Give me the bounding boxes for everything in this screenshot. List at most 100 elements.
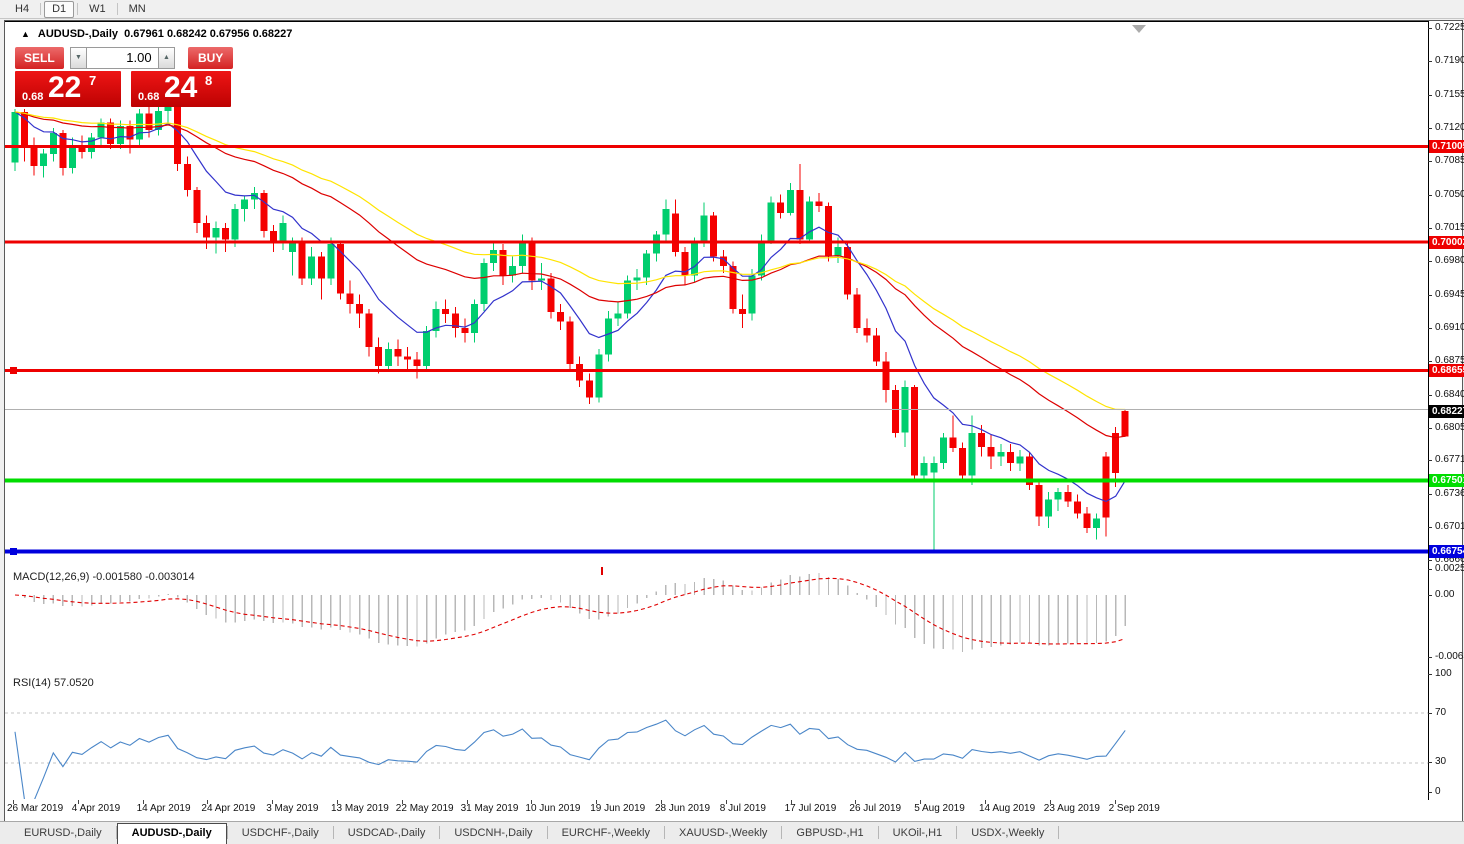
date-axis-label: 26 Jul 2019 bbox=[849, 803, 902, 814]
date-axis-label: 3 May 2019 bbox=[266, 803, 319, 814]
one-click-trade-panel: SELL ▼ 1.00 ▲ BUY 0.68 22 7 0.68 24 8 bbox=[15, 47, 234, 107]
bid-price-prefix: 0.68 bbox=[22, 91, 44, 103]
horizontal-level-line[interactable] bbox=[5, 145, 1428, 149]
price-axis-label: 0.70150 bbox=[1435, 222, 1464, 233]
price-axis-tick bbox=[1428, 161, 1432, 163]
date-axis-tick bbox=[1114, 800, 1116, 804]
rsi-axis-tick bbox=[1428, 792, 1432, 793]
chart-tab-eurchf-weekly[interactable]: EURCHF-,Weekly bbox=[548, 824, 664, 844]
price-axis-label: 0.71550 bbox=[1435, 88, 1464, 100]
date-axis-label: 10 Jun 2019 bbox=[525, 803, 581, 814]
date-axis-label: 19 Jun 2019 bbox=[590, 803, 646, 814]
price-axis-tick bbox=[1428, 460, 1432, 462]
price-axis-tick bbox=[1428, 294, 1432, 296]
date-axis-label: 24 Apr 2019 bbox=[201, 803, 256, 814]
price-level-badge: 0.66754 bbox=[1429, 544, 1464, 558]
price-axis-tick bbox=[1428, 28, 1432, 29]
timeframe-button-w1[interactable]: W1 bbox=[81, 1, 114, 18]
price-axis-label: 0.69100 bbox=[1435, 322, 1464, 333]
volume-increase-button[interactable]: ▲ bbox=[157, 47, 176, 69]
horizontal-level-line[interactable] bbox=[5, 240, 1428, 244]
date-axis-label: 26 Mar 2019 bbox=[7, 803, 64, 814]
price-axis-tick bbox=[1428, 428, 1432, 429]
current-price-badge: 0.68227 bbox=[1429, 404, 1464, 418]
horizontal-level-line[interactable] bbox=[5, 478, 1428, 483]
date-axis-tick bbox=[272, 800, 274, 804]
macd-axis-tick bbox=[1428, 569, 1432, 570]
date-axis-label: 28 Jun 2019 bbox=[655, 803, 711, 814]
price-axis-label: 0.70850 bbox=[1435, 155, 1464, 167]
date-axis-label: 23 Aug 2019 bbox=[1043, 803, 1100, 814]
date-axis-tick bbox=[661, 800, 662, 804]
macd-axis-label: 0.00 bbox=[1435, 589, 1455, 600]
chart-tab-eurusd-daily[interactable]: EURUSD-,Daily bbox=[10, 824, 116, 844]
macd-axis-tick bbox=[1428, 657, 1432, 658]
price-axis-tick bbox=[1428, 493, 1432, 495]
rsi-axis-label: 70 bbox=[1435, 707, 1447, 718]
price-level-badge: 0.67501 bbox=[1429, 473, 1464, 487]
macd-axis-label: 0.002574 bbox=[1435, 563, 1464, 574]
timeframe-button-h4[interactable]: H4 bbox=[7, 1, 37, 18]
chart-tab-ukoil-h1[interactable]: UKOil-,H1 bbox=[879, 824, 957, 844]
price-axis-label: 0.69800 bbox=[1435, 255, 1464, 267]
volume-input[interactable]: 1.00 bbox=[87, 47, 158, 69]
price-axis-tick bbox=[1428, 94, 1432, 96]
date-axis-tick bbox=[1049, 800, 1051, 804]
date-axis-label: 14 Aug 2019 bbox=[979, 803, 1036, 814]
macd-indicator-label: MACD(12,26,9) -0.001580 -0.003014 bbox=[13, 571, 195, 583]
price-axis-label: 0.68400 bbox=[1435, 388, 1464, 400]
chart-tab-gbpusd-h1[interactable]: GBPUSD-,H1 bbox=[782, 824, 877, 844]
timeframe-button-mn[interactable]: MN bbox=[121, 1, 154, 18]
buy-button[interactable]: BUY bbox=[188, 47, 234, 69]
price-axis-label: 0.67710 bbox=[1435, 454, 1464, 466]
date-axis-tick bbox=[13, 800, 14, 804]
horizontal-level-line[interactable] bbox=[5, 368, 1428, 372]
symbol-arrow-icon[interactable]: ▲ bbox=[21, 29, 30, 39]
date-axis-label: 31 May 2019 bbox=[460, 803, 519, 814]
timeframe-button-d1[interactable]: D1 bbox=[44, 0, 75, 18]
horizontal-level-line[interactable] bbox=[5, 549, 1428, 554]
sell-button[interactable]: SELL bbox=[15, 47, 64, 69]
price-axis-tick bbox=[1428, 527, 1432, 529]
price-axis-tick bbox=[1428, 560, 1432, 562]
ask-price-prefix: 0.68 bbox=[138, 91, 160, 103]
date-axis-tick bbox=[855, 800, 857, 804]
price-level-badge: 0.68655 bbox=[1429, 363, 1464, 377]
bid-price-box[interactable]: 0.68 22 7 bbox=[15, 71, 121, 107]
price-axis-tick bbox=[1428, 361, 1432, 363]
ohlc-values: 0.67961 0.68242 0.67956 0.68227 bbox=[124, 28, 293, 40]
price-level-badge: 0.70002 bbox=[1429, 235, 1464, 249]
moving-average-line-32[interactable] bbox=[14, 111, 1126, 439]
date-axis-tick bbox=[77, 800, 79, 804]
price-axis-label: 0.69450 bbox=[1435, 288, 1464, 300]
macd-spike-mark bbox=[601, 567, 603, 575]
moving-average-line-10[interactable] bbox=[14, 111, 1126, 503]
price-axis-tick bbox=[1428, 328, 1432, 329]
line-anchor-handle[interactable] bbox=[10, 547, 17, 555]
mt4-window: H4 D1 W1 MN ▲ AUDUSD-,Daily 0.67961 0.68242 … bbox=[0, 0, 1464, 844]
rsi-pane bbox=[5, 712, 1428, 799]
ask-price-box[interactable]: 0.68 24 8 bbox=[131, 71, 231, 107]
tab-divider bbox=[1058, 826, 1060, 839]
price-axis-label: 0.67010 bbox=[1435, 521, 1464, 533]
price-axis-tick bbox=[1428, 61, 1432, 63]
chart-tab-usdcnh-daily[interactable]: USDCNH-,Daily bbox=[440, 824, 546, 844]
chart-shift-marker[interactable] bbox=[1132, 25, 1146, 33]
chart-tab-xauusd-weekly[interactable]: XAUUSD-,Weekly bbox=[665, 824, 781, 844]
price-level-badge: 0.71005 bbox=[1429, 140, 1464, 154]
chart-tab-usdx-weekly[interactable]: USDX-,Weekly bbox=[957, 824, 1058, 844]
price-axis-tick bbox=[1428, 194, 1432, 196]
line-anchor-handle[interactable] bbox=[10, 366, 17, 374]
timeframe-toolbar: H4 D1 W1 MN bbox=[0, 0, 1464, 19]
chart-tab-audusd-daily[interactable]: AUDUSD-,Daily bbox=[116, 823, 227, 844]
macd-histogram bbox=[14, 573, 1126, 652]
volume-decrease-button[interactable]: ▼ bbox=[69, 47, 88, 69]
chart-tab-usdcad-daily[interactable]: USDCAD-,Daily bbox=[334, 824, 440, 844]
date-axis-label: 8 Jul 2019 bbox=[719, 803, 766, 814]
ask-price-pip: 8 bbox=[205, 73, 213, 88]
chart-tab-usdchf-daily[interactable]: USDCHF-,Daily bbox=[228, 824, 333, 844]
date-axis-label: 22 May 2019 bbox=[395, 803, 454, 814]
price-axis-label: 0.71900 bbox=[1435, 55, 1464, 67]
macd-axis-tick bbox=[1428, 595, 1432, 596]
price-axis-tick bbox=[1428, 261, 1432, 263]
